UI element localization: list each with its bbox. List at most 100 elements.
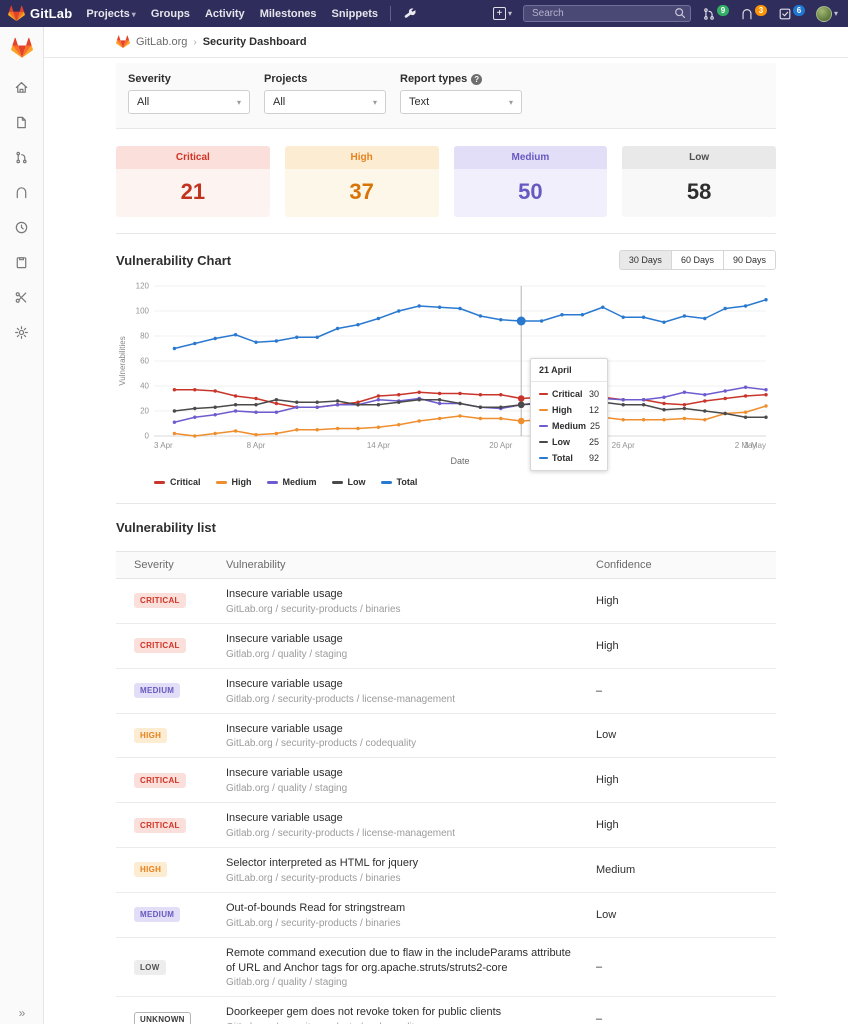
summary-card-label: High xyxy=(285,146,439,169)
todo-check-icon xyxy=(778,7,792,21)
sidebar-item-overview[interactable] xyxy=(8,73,36,101)
confidence-value: Medium xyxy=(578,856,776,884)
user-menu[interactable]: ▾ xyxy=(816,6,838,22)
tooltip-row-medium: Medium25 xyxy=(531,418,607,434)
range-button-60-days[interactable]: 60 Days xyxy=(671,250,724,270)
nav-link-groups[interactable]: Groups xyxy=(151,8,190,20)
sidebar-item-snippets[interactable] xyxy=(8,283,36,311)
table-row[interactable]: CRITICALInsecure variable usageGitlab.or… xyxy=(116,758,776,803)
summary-card-value: 50 xyxy=(454,179,608,205)
summary-card-value: 58 xyxy=(622,179,776,205)
table-row[interactable]: HIGHSelector interpreted as HTML for jqu… xyxy=(116,848,776,893)
table-row[interactable]: MEDIUMInsecure variable usageGitlab.org … xyxy=(116,669,776,714)
table-row[interactable]: CRITICALInsecure variable usageGitlab.or… xyxy=(116,803,776,848)
report-types-filter-value: Text xyxy=(409,96,429,108)
legend-item-low: Low xyxy=(332,477,366,487)
svg-text:20 Apr: 20 Apr xyxy=(489,441,512,450)
vulnerability-project-path: Gitlab.org / quality / staging xyxy=(226,977,572,988)
search-input[interactable] xyxy=(523,5,691,22)
table-row[interactable]: UNKNOWN Doorkeeper gem does not revoke to… xyxy=(116,997,776,1024)
sidebar-item-operations[interactable] xyxy=(8,248,36,276)
vulnerability-title: Doorkeeper gem does not revoke token for… xyxy=(226,1005,572,1020)
summary-card-low: Low58 xyxy=(622,146,776,217)
merge-requests-count-badge: 9 xyxy=(717,5,729,16)
nav-link-snippets[interactable]: Snippets xyxy=(332,8,378,20)
sidebar-item-pipelines[interactable] xyxy=(8,213,36,241)
help-icon[interactable]: ? xyxy=(471,74,482,85)
todos-button[interactable]: 6 xyxy=(778,7,805,21)
table-row[interactable]: CRITICALInsecure variable usageGitLab.or… xyxy=(116,579,776,624)
tooltip-row-low: Low25 xyxy=(531,434,607,450)
sidebar-item-settings[interactable] xyxy=(8,318,36,346)
tooltip-row-high: High12 xyxy=(531,402,607,418)
table-row[interactable]: LOWRemote command execution due to flaw … xyxy=(116,938,776,998)
series-dash-icon xyxy=(539,409,548,412)
sidebar-item-merge-requests[interactable] xyxy=(8,143,36,171)
svg-text:Date: Date xyxy=(450,456,469,466)
vulnerability-title: Insecure variable usage xyxy=(226,766,572,781)
confidence-value: High xyxy=(578,632,776,660)
legend-item-medium: Medium xyxy=(267,477,317,487)
vulnerability-table: Severity Vulnerability Confidence CRITIC… xyxy=(116,551,776,1024)
admin-wrench-icon[interactable] xyxy=(403,7,417,21)
nav-link-activity[interactable]: Activity xyxy=(205,8,245,20)
chevron-down-icon: ▾ xyxy=(373,98,377,107)
projects-filter-select[interactable]: All ▾ xyxy=(264,90,386,114)
issues-button[interactable]: 3 xyxy=(740,7,767,21)
table-row[interactable]: MEDIUMOut-of-bounds Read for stringstrea… xyxy=(116,893,776,938)
projects-filter-value: All xyxy=(273,96,285,108)
todos-count-badge: 6 xyxy=(793,5,805,16)
navbar-divider xyxy=(390,6,391,21)
svg-text:120: 120 xyxy=(136,282,150,291)
confidence-value: High xyxy=(578,587,776,615)
svg-text:Vulnerabilities: Vulnerabilities xyxy=(118,336,127,386)
sidebar-project-logo[interactable] xyxy=(7,33,37,63)
vulnerability-project-path: GitLab.org / security-products / binarie… xyxy=(226,918,572,929)
main-content: GitLab.org › Security Dashboard Severity… xyxy=(44,27,848,1024)
severity-badge: CRITICAL xyxy=(134,638,186,653)
top-navbar: GitLab Projects▾ Groups Activity Milestones… xyxy=(0,0,848,27)
severity-badge: UNKNOWN xyxy=(134,1012,191,1024)
merge-requests-button[interactable]: 9 xyxy=(702,7,729,21)
vulnerability-chart-canvas[interactable]: 0204060801001203 Apr8 Apr14 Apr20 Apr26 … xyxy=(116,280,776,471)
nav-link-milestones[interactable]: Milestones xyxy=(260,8,317,20)
severity-badge: CRITICAL xyxy=(134,818,186,833)
day-range-button-group: 30 Days60 Days90 Days xyxy=(619,250,776,270)
sidebar-item-repository[interactable] xyxy=(8,108,36,136)
summary-card-high: High37 xyxy=(285,146,439,217)
gear-icon xyxy=(14,325,29,340)
chevron-down-icon: ▾ xyxy=(237,98,241,107)
breadcrumb-bar: GitLab.org › Security Dashboard xyxy=(44,27,848,58)
series-dash-icon xyxy=(539,441,548,444)
chart-tooltip: 21 AprilCritical30High12Medium25Low25Tot… xyxy=(530,358,608,471)
gitlab-fox-icon xyxy=(116,35,130,49)
legend-item-high: High xyxy=(216,477,252,487)
severity-filter-value: All xyxy=(137,96,149,108)
report-types-filter-select[interactable]: Text ▾ xyxy=(400,90,522,114)
table-row[interactable]: CRITICALInsecure variable usageGitlab.or… xyxy=(116,624,776,669)
series-dash-icon xyxy=(267,481,278,484)
breadcrumb-separator: › xyxy=(193,37,196,48)
legend-item-total: Total xyxy=(381,477,418,487)
range-button-30-days[interactable]: 30 Days xyxy=(619,250,672,270)
projects-filter-label: Projects xyxy=(264,73,386,85)
series-dash-icon xyxy=(332,481,343,484)
tooltip-series-value: 25 xyxy=(590,421,600,431)
gitlab-brand[interactable]: GitLab xyxy=(8,5,72,22)
breadcrumb-group-link[interactable]: GitLab.org xyxy=(136,36,187,48)
table-row[interactable]: HIGHInsecure variable usageGitLab.org / … xyxy=(116,714,776,759)
sidebar-item-issues[interactable] xyxy=(8,178,36,206)
nav-link-projects[interactable]: Projects▾ xyxy=(86,8,135,20)
severity-badge: HIGH xyxy=(134,862,167,877)
severity-filter-select[interactable]: All ▾ xyxy=(128,90,250,114)
summary-card-medium: Medium50 xyxy=(454,146,608,217)
confidence-value: Low xyxy=(578,901,776,929)
filters-panel: Severity All ▾ Projects All ▾ Report ty xyxy=(116,63,776,129)
new-menu-button[interactable]: + ▾ xyxy=(493,7,512,20)
sidebar-expand-toggle[interactable]: » xyxy=(0,1006,44,1020)
range-button-90-days[interactable]: 90 Days xyxy=(723,250,776,270)
svg-text:3 May: 3 May xyxy=(744,441,766,450)
left-sidebar: » xyxy=(0,27,44,1024)
series-dash-icon xyxy=(539,393,548,396)
svg-text:20: 20 xyxy=(140,407,149,416)
